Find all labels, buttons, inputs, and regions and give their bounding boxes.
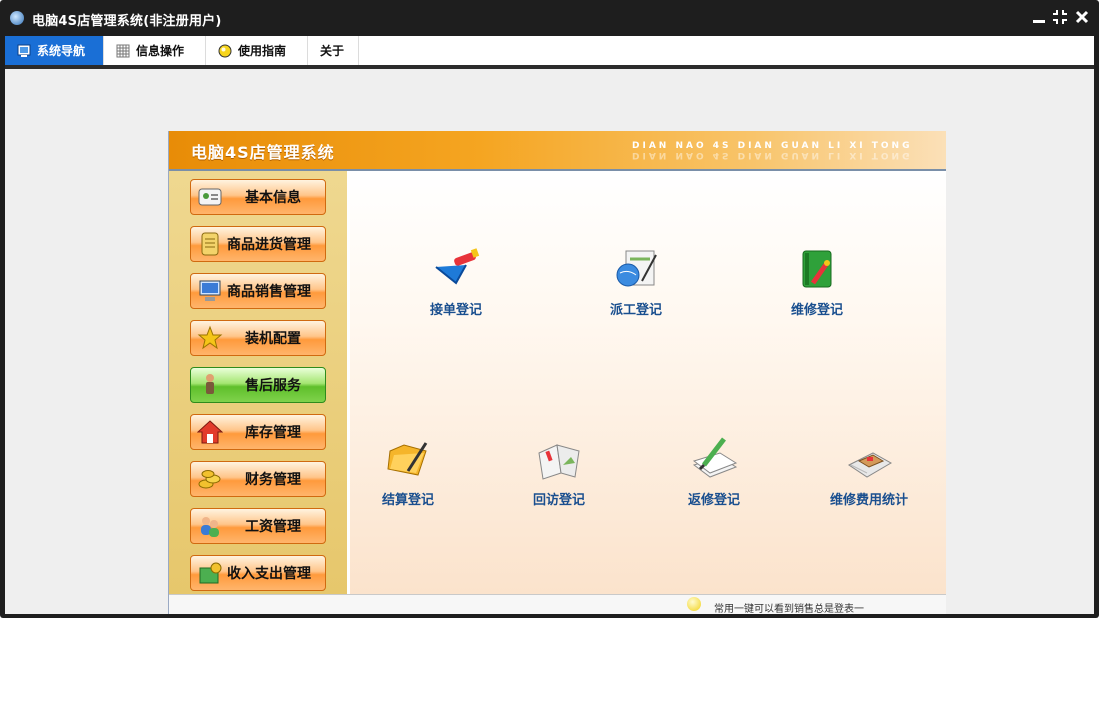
calculator-icon	[845, 435, 893, 483]
banner-title: 电脑4S店管理系统	[191, 143, 335, 162]
house-icon	[196, 419, 224, 445]
star-icon	[197, 325, 223, 351]
func-repair-cost-statistics[interactable]: 维修费用统计	[809, 435, 929, 508]
restore-icon[interactable]	[1052, 9, 1068, 25]
sidebar-item-inventory[interactable]: 库存管理	[190, 414, 326, 450]
func-order-registration[interactable]: 接单登记	[396, 245, 516, 318]
func-label: 结算登记	[381, 493, 434, 508]
func-label: 派工登记	[609, 303, 662, 318]
grid-icon	[116, 44, 130, 58]
status-text: 常用一键可以看到销售总是登表一	[714, 604, 864, 614]
folder-pen-icon	[384, 435, 432, 483]
sidebar-item-label: 财务管理	[245, 472, 301, 488]
person-icon	[197, 372, 223, 398]
sidebar-item-basic-info[interactable]: 基本信息	[190, 179, 326, 215]
menu-label: 信息操作	[136, 44, 185, 58]
banner-subtitle-reflection: DIAN NAO 4S DIAN GUAN LI XI TONG	[632, 150, 913, 160]
computer-icon	[197, 278, 223, 304]
func-settlement-registration[interactable]: 结算登记	[348, 435, 468, 508]
sidebar: 基本信息 商品进货管理 商品销售管理 装机配置 售后服务 库存管理 财务管理 工…	[169, 171, 350, 614]
menu-bar: 系统导航 信息操作 使用指南 关于	[5, 36, 1094, 69]
menu-user-guide[interactable]: 使用指南	[206, 36, 308, 65]
sidebar-item-label: 基本信息	[245, 190, 301, 206]
bulb-icon	[687, 597, 701, 611]
sidebar-item-after-sales[interactable]: 售后服务	[190, 367, 326, 403]
menu-label: 关于	[320, 44, 345, 58]
notepad-pencil-icon	[690, 435, 738, 483]
banner: 电脑4S店管理系统 DIAN NAO 4S DIAN GUAN LI XI TO…	[169, 131, 946, 171]
menu-label: 使用指南	[238, 44, 287, 58]
app-logo-icon	[10, 11, 24, 25]
green-book-icon	[793, 245, 841, 293]
document-icon	[197, 231, 223, 257]
sidebar-item-label: 库存管理	[245, 425, 301, 441]
func-label: 回访登记	[532, 493, 585, 508]
sidebar-item-label: 工资管理	[245, 519, 301, 535]
sidebar-item-label: 装机配置	[245, 331, 301, 347]
close-icon[interactable]	[1074, 9, 1090, 25]
menu-label: 系统导航	[37, 44, 86, 58]
sidebar-item-assembly[interactable]: 装机配置	[190, 320, 326, 356]
clipboard-pencil-icon	[432, 245, 480, 293]
func-followup-registration[interactable]: 回访登记	[499, 435, 619, 508]
globe-document-icon	[612, 245, 660, 293]
function-panel: 接单登记 派工登记 维修登记 结算登记 回访登记 返修登记 维修费用统计	[350, 171, 946, 594]
monitor-icon	[17, 44, 31, 58]
title-bar[interactable]: 电脑4S店管理系统(非注册用户)	[0, 0, 1099, 36]
users-icon	[197, 513, 223, 539]
func-label: 接单登记	[429, 303, 482, 318]
func-rework-registration[interactable]: 返修登记	[654, 435, 774, 508]
menu-info-ops[interactable]: 信息操作	[104, 36, 206, 65]
func-repair-registration[interactable]: 维修登记	[757, 245, 877, 318]
sidebar-item-income-expense[interactable]: 收入支出管理	[190, 555, 326, 591]
bulb-icon	[218, 44, 232, 58]
app-window: 电脑4S店管理系统(非注册用户) 系统导航 信息操作 使用指南 关于 电脑4S店…	[0, 0, 1099, 618]
status-bar: 常用一键可以看到销售总是登表一	[169, 594, 946, 614]
menu-system-nav[interactable]: 系统导航	[5, 36, 104, 65]
sidebar-item-salary[interactable]: 工资管理	[190, 508, 326, 544]
func-label: 维修费用统计	[829, 493, 908, 508]
main-panel: 电脑4S店管理系统 DIAN NAO 4S DIAN GUAN LI XI TO…	[168, 131, 946, 614]
sidebar-item-label: 售后服务	[245, 378, 301, 394]
open-book-icon	[535, 435, 583, 483]
minimize-icon[interactable]	[1031, 9, 1047, 25]
window-title: 电脑4S店管理系统(非注册用户)	[32, 14, 222, 29]
func-label: 维修登记	[790, 303, 843, 318]
sidebar-item-sales[interactable]: 商品销售管理	[190, 273, 326, 309]
coins-icon	[197, 466, 223, 492]
client-area: 系统导航 信息操作 使用指南 关于 电脑4S店管理系统 DIAN NAO 4S …	[5, 36, 1094, 614]
money-box-icon	[197, 560, 223, 586]
sidebar-item-label: 商品进货管理	[227, 237, 311, 253]
sidebar-item-finance[interactable]: 财务管理	[190, 461, 326, 497]
menu-about[interactable]: 关于	[308, 36, 359, 65]
id-card-icon	[197, 184, 223, 210]
sidebar-item-purchase[interactable]: 商品进货管理	[190, 226, 326, 262]
func-dispatch-registration[interactable]: 派工登记	[576, 245, 696, 318]
sidebar-item-label: 商品销售管理	[227, 284, 311, 300]
sidebar-item-label: 收入支出管理	[227, 566, 311, 582]
func-label: 返修登记	[687, 493, 740, 508]
